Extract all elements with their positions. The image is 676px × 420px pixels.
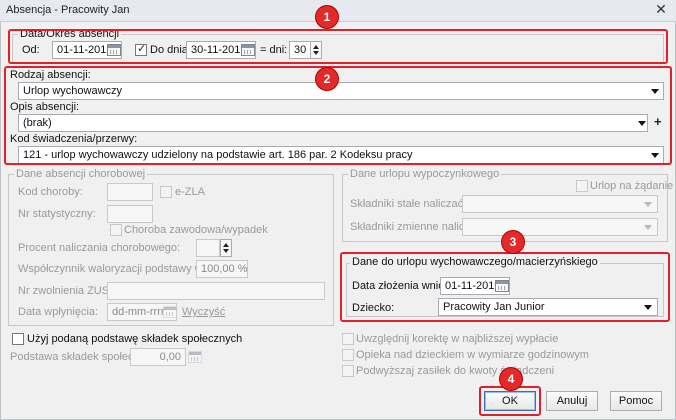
chevron-down-icon[interactable] bbox=[651, 89, 659, 94]
opis-select[interactable]: (brak) bbox=[18, 114, 648, 132]
kod-choroby-label: Kod choroby: bbox=[18, 186, 83, 198]
na-zadanie-label: Urlop na żądanie bbox=[590, 180, 674, 192]
parental-legend: Dane do urlopu wychowawczego/macierzyńsk… bbox=[350, 256, 600, 268]
to-label: Do dnia: bbox=[150, 44, 191, 56]
opis-label: Opis absencji: bbox=[10, 101, 80, 113]
to-date-checkbox[interactable] bbox=[135, 42, 147, 56]
window-title: Absencja - Pracowity Jan bbox=[6, 4, 130, 16]
add-icon[interactable]: + bbox=[654, 114, 662, 129]
nr-zus-field[interactable] bbox=[107, 282, 325, 300]
nr-stat-label: Nr statystyczny: bbox=[18, 208, 96, 220]
wsp-field[interactable]: 100,00 % bbox=[196, 260, 248, 278]
choroba-zawodowa-label: Choroba zawodowa/wypadek bbox=[124, 224, 268, 236]
choroba-zawodowa-checkbox[interactable] bbox=[110, 224, 122, 236]
rodzaj-label: Rodzaj absencji: bbox=[10, 69, 91, 81]
procent-field[interactable] bbox=[196, 239, 220, 257]
dziecko-select[interactable]: Pracowity Jan Junior bbox=[438, 298, 658, 316]
days-label: = dni: bbox=[260, 44, 288, 56]
help-button[interactable]: Pomoc bbox=[610, 391, 662, 411]
podstawa-field[interactable]: 0,00 bbox=[130, 348, 186, 366]
uzyj-label: Użyj podaną podstawę składek społecznych bbox=[27, 333, 243, 345]
calendar-icon[interactable] bbox=[163, 306, 177, 318]
calendar-icon[interactable] bbox=[241, 44, 255, 56]
cancel-button[interactable]: Anuluj bbox=[546, 391, 598, 411]
chevron-down-icon[interactable] bbox=[644, 225, 652, 230]
stale-select[interactable] bbox=[462, 195, 658, 213]
uwzglednij-label: Uwzględnij korektę w najbliższej wypłaci… bbox=[356, 333, 559, 345]
ok-button[interactable]: OK bbox=[484, 391, 536, 411]
podwyzszaj-checkbox[interactable] bbox=[342, 365, 354, 377]
wyczysc-link[interactable]: Wyczyść bbox=[182, 306, 225, 318]
uwzglednij-checkbox[interactable] bbox=[342, 333, 354, 345]
kod-choroby-field[interactable] bbox=[107, 183, 153, 201]
ezla-label: e-ZLA bbox=[175, 186, 205, 198]
chevron-down-icon[interactable] bbox=[651, 153, 659, 158]
stale-label: Składniki stałe naliczać z: bbox=[350, 198, 475, 210]
kod-select[interactable]: 121 - urlop wychowawczy udzielony na pod… bbox=[18, 146, 664, 164]
ezla-checkbox[interactable] bbox=[160, 186, 172, 198]
period-legend: Data/Okres absencji bbox=[18, 28, 122, 40]
opieka-label: Opieka nad dzieckiem w wymiarze godzinow… bbox=[356, 349, 589, 361]
calendar-icon[interactable] bbox=[495, 280, 509, 292]
dziecko-label: Dziecko: bbox=[352, 302, 395, 314]
procent-stepper[interactable] bbox=[220, 239, 232, 257]
chevron-down-icon[interactable] bbox=[644, 202, 652, 207]
na-zadanie-checkbox[interactable] bbox=[576, 180, 588, 192]
marker-3: 3 bbox=[502, 231, 524, 253]
chevron-down-icon[interactable] bbox=[638, 121, 646, 126]
procent-label: Procent naliczania chorobowego: bbox=[18, 242, 181, 254]
zmienne-select[interactable] bbox=[462, 218, 658, 236]
marker-1: 1 bbox=[316, 6, 338, 28]
calendar-icon[interactable] bbox=[107, 44, 121, 56]
calculator-icon[interactable] bbox=[188, 351, 202, 363]
uzyj-checkbox[interactable] bbox=[12, 333, 24, 345]
from-label: Od: bbox=[22, 44, 40, 56]
podwyzszaj-label: Podwyższaj zasiłek do kwoty świadczeni bbox=[356, 365, 555, 377]
chevron-down-icon[interactable] bbox=[644, 305, 652, 310]
days-field[interactable]: 30 bbox=[289, 41, 311, 59]
opieka-checkbox[interactable] bbox=[342, 349, 354, 361]
vacation-legend: Dane urlopu wypoczynkowego bbox=[348, 168, 502, 180]
data-wplyw-label: Data wpłynięcia: bbox=[18, 306, 99, 318]
close-icon[interactable]: ✕ bbox=[652, 1, 670, 18]
marker-4: 4 bbox=[500, 368, 522, 390]
days-stepper[interactable] bbox=[310, 41, 322, 59]
nr-stat-field[interactable] bbox=[107, 205, 153, 223]
kod-label: Kod świadczenia/przerwy: bbox=[10, 133, 138, 145]
sick-legend: Dane absencji chorobowej bbox=[14, 168, 148, 180]
marker-2: 2 bbox=[316, 68, 338, 90]
nr-zus-label: Nr zwolnienia ZUS: bbox=[18, 285, 113, 297]
rodzaj-select[interactable]: Urlop wychowawczy bbox=[18, 82, 664, 100]
